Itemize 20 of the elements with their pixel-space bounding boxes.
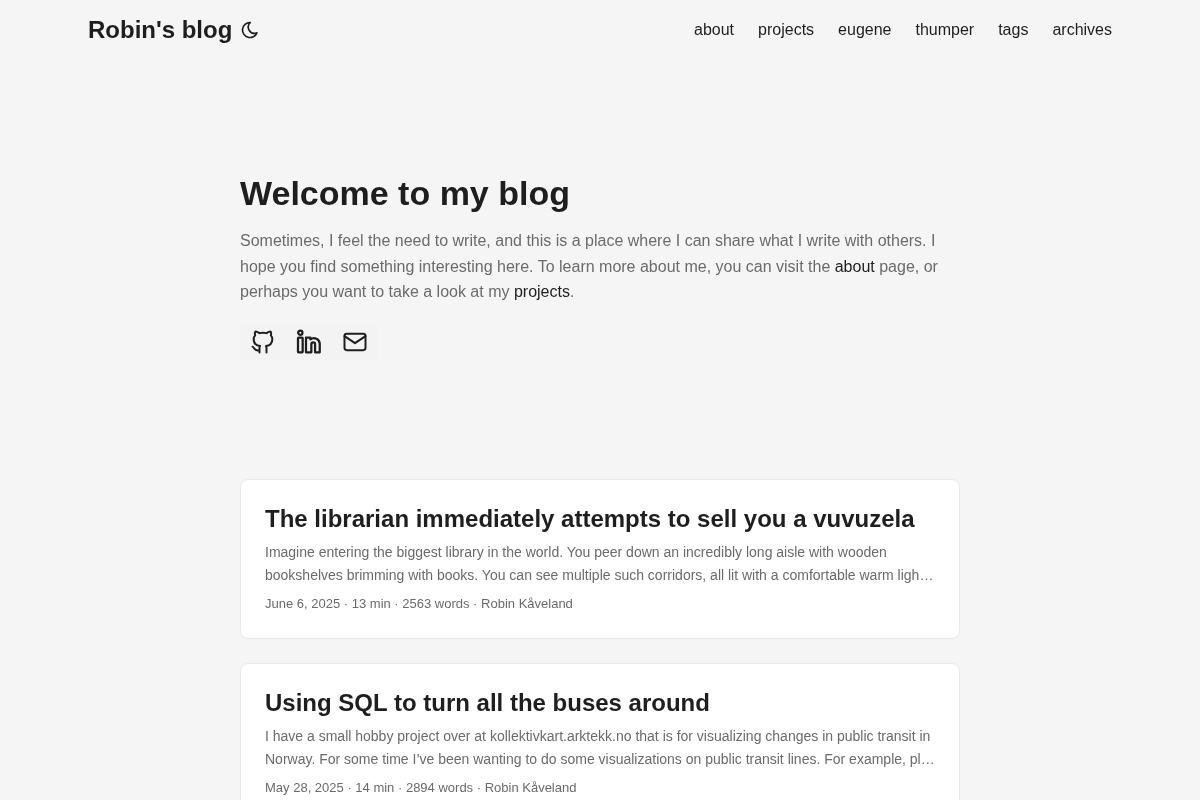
post-title: The librarian immediately attempts to sell you a vuvuzela <box>265 503 916 533</box>
post-excerpt: I have a small hobby project over at kollektivkart.arktekk.no that is for visualizing changes in public transit in Norway. For some time I’ve been wanting to do some visualizations on public transit lines. For example, pl… <box>265 727 935 770</box>
post-meta: May 28, 2025 · 14 min · 2894 words · Robin Kåveland <box>265 779 578 798</box>
intro-paragraph: Sometimes, I feel the need to write, and this is a place where I can share what I write with others. I hope you find something interesting here. To learn more about me, you can visit the about page, or perhaps you want to take a look at my projects. <box>240 231 939 303</box>
nav-link[interactable]: about <box>694 21 735 39</box>
post-title: Using SQL to turn all the buses around <box>265 688 711 718</box>
nav-link[interactable]: archives <box>1052 21 1112 39</box>
theme-toggle-button[interactable] <box>240 20 261 40</box>
linkedin-icon <box>296 328 322 355</box>
nav-link[interactable]: projects <box>758 21 815 39</box>
site-title[interactable]: Robin's blog <box>88 16 233 44</box>
inline-link[interactable]: about <box>834 257 875 275</box>
nav-link[interactable]: eugene <box>838 21 892 39</box>
post-meta: June 6, 2025 · 13 min · 2563 words · Robin Kåveland <box>265 594 574 613</box>
page-heading: Welcome to my blog <box>240 173 571 214</box>
post-excerpt: Imagine entering the biggest library in the world. You peer down an incredibly long aisle with wooden bookshelves brimming with books. You can see multiple such corridors, all lit with a comfortable warm ligh… <box>265 542 935 585</box>
nav-link[interactable]: tags <box>998 21 1029 39</box>
nav-link[interactable]: thumper <box>915 21 975 39</box>
moon-icon <box>240 20 261 40</box>
inline-link[interactable]: projects <box>513 283 570 301</box>
